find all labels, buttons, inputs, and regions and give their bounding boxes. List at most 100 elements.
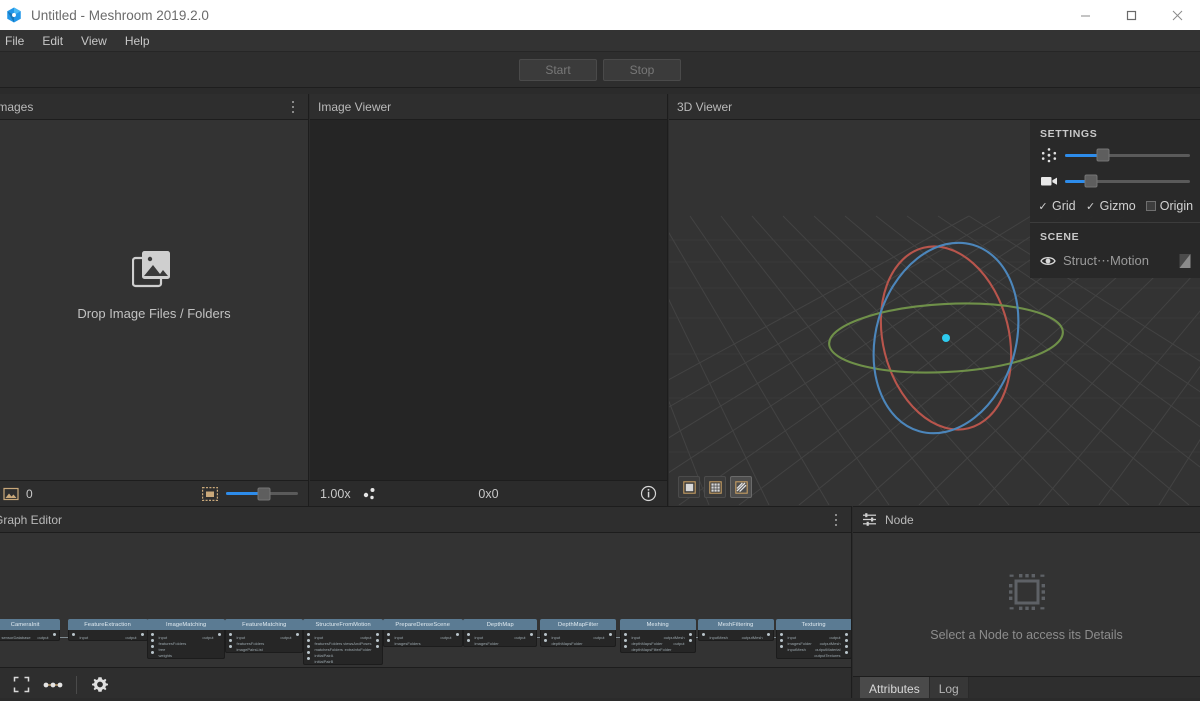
images-panel-footer: 0 [0, 480, 308, 506]
graph-node-input-slot[interactable]: inputMesh [780, 638, 806, 656]
node-panel-empty-state: Select a Node to access its Details [853, 533, 1200, 676]
graph-node-body[interactable]: input output [68, 630, 148, 641]
node-graph: CameraInit sensorDatabase output FeatureE… [0, 619, 851, 667]
image-stack-icon [131, 250, 170, 287]
graph-node-input-slot[interactable]: input [72, 626, 88, 644]
graph-node-input-slot[interactable]: depthMapsFilterFolder [624, 638, 671, 656]
graph-node-body[interactable]: inputMesh outputMesh [698, 630, 774, 641]
thumbnail-size-slider[interactable] [226, 487, 298, 500]
graph-node[interactable]: MeshFiltering inputMesh outputMesh [698, 619, 774, 641]
graph-canvas[interactable]: CameraInit sensorDatabase output FeatureE… [0, 533, 851, 667]
graph-node[interactable]: DepthMapFilter input output depthMapsFold… [540, 619, 616, 647]
graph-node-input-slot[interactable]: sensorDatabase [0, 626, 30, 644]
node-panel: Node Select a Node to access its Details… [853, 506, 1200, 701]
graph-node-body[interactable]: input output imagesFolder [463, 630, 537, 647]
feature-points-icon[interactable] [361, 486, 377, 502]
image-viewer-panel: Image Viewer 1.00x 0x0 [310, 94, 668, 506]
stop-button[interactable]: Stop [603, 58, 681, 81]
graph-node[interactable]: CameraInit sensorDatabase output [0, 619, 60, 641]
kebab-menu-icon[interactable] [830, 513, 842, 527]
points-icon [1041, 148, 1057, 163]
graph-node-body[interactable]: input output featuresFolders viewsAndPoses… [303, 630, 383, 665]
point-size-slider[interactable] [1065, 148, 1190, 162]
menu-item-help[interactable]: Help [116, 32, 159, 50]
viewer-3d-settings: SETTINGS ✓ Grid ✓ Gizmo Origin SCENE Str… [1030, 120, 1200, 278]
eye-icon[interactable] [1040, 255, 1056, 267]
start-button[interactable]: Start [519, 58, 597, 81]
graph-node-output-slot[interactable]: output [593, 626, 612, 644]
viewer-3d-canvas[interactable]: SETTINGS ✓ Grid ✓ Gizmo Origin SCENE Str… [669, 120, 1200, 506]
info-icon[interactable] [640, 485, 657, 502]
graph-node-input-slot[interactable]: imagePairsList [229, 638, 263, 656]
graph-node-output-slot[interactable]: output [440, 626, 459, 644]
gear-icon [92, 676, 108, 692]
graph-editor-panel: Graph Editor CameraInit sensorDatabase ou… [0, 506, 852, 701]
graph-node-input-slot[interactable]: initialPairB [307, 650, 333, 667]
graph-node-output-slot[interactable]: output [202, 626, 221, 644]
graph-node[interactable]: FeatureMatching input output featuresFold… [225, 619, 303, 653]
graph-node-input-slot[interactable]: depthMapsFolder [544, 632, 583, 650]
camera-icon [1041, 177, 1057, 186]
camera-size-slider[interactable] [1065, 174, 1190, 188]
scene-section: SCENE Struct⋯Motion [1030, 222, 1200, 278]
graph-node-input-slot[interactable]: imagesFolder [467, 632, 499, 650]
fit-view-button[interactable] [8, 673, 34, 697]
compute-action-bar: Start Stop [0, 52, 1200, 88]
graph-node[interactable]: StructureFromMotion input output features… [303, 619, 383, 665]
grid-toggle-label: Grid [1052, 199, 1076, 213]
graph-node-body[interactable]: input outputMesh depthMapsFolder output de… [620, 630, 696, 653]
minimize-button[interactable] [1062, 0, 1108, 30]
graph-node-output-slot[interactable]: output [37, 626, 56, 644]
graph-node[interactable]: Texturing input output imagesFolder output… [776, 619, 851, 659]
kebab-menu-icon[interactable] [287, 100, 299, 114]
menu-item-view[interactable]: View [72, 32, 116, 50]
graph-node-body[interactable]: input output featuresFolders imagePairsLi… [225, 630, 303, 653]
graph-node-input-slot[interactable]: weights [151, 644, 172, 662]
graph-node-body[interactable]: input output depthMapsFolder [540, 630, 616, 647]
menu-item-file[interactable]: File [0, 32, 33, 50]
graph-editor-header: Graph Editor [0, 507, 851, 533]
image-viewer-canvas[interactable] [310, 120, 667, 480]
grid-icon [708, 480, 722, 494]
gizmo-toggle[interactable]: ✓ Gizmo [1086, 199, 1136, 213]
origin-toggle-label: Origin [1159, 199, 1194, 213]
graph-node-output-slot[interactable]: output [514, 626, 533, 644]
images-panel: Images Drop Image Files / Folders 0 [0, 94, 309, 506]
origin-toggle[interactable]: Origin [1145, 199, 1194, 213]
graph-node-input-slot[interactable]: imagesFolders [387, 632, 421, 650]
graph-node[interactable]: FeatureExtraction input output [68, 619, 148, 641]
graph-node[interactable]: PrepareDenseScene input output imagesFold… [383, 619, 463, 647]
media-icon[interactable] [1178, 253, 1192, 269]
drop-zone-label: Drop Image Files / Folders [77, 305, 231, 321]
node-chain-icon [43, 682, 63, 687]
display-mode-wireframe[interactable] [704, 476, 726, 498]
display-mode-toolbar [678, 476, 752, 498]
display-mode-solid[interactable] [678, 476, 700, 498]
graph-node-body[interactable]: input output imagesFolders [383, 630, 463, 647]
graph-node-body[interactable]: input output featuresFolders tree weights [147, 630, 225, 659]
graph-node[interactable]: DepthMap input output imagesFolder [463, 619, 537, 647]
graph-node-output-slot[interactable]: output [673, 632, 692, 650]
graph-node-body[interactable]: sensorDatabase output [0, 630, 60, 641]
graph-node-output-slot[interactable]: outputTextures [814, 644, 848, 662]
menu-item-edit[interactable]: Edit [33, 32, 72, 50]
graph-node[interactable]: Meshing input outputMesh depthMapsFolder o… [620, 619, 696, 653]
meshroom-logo-icon [7, 7, 21, 23]
close-button[interactable] [1154, 0, 1200, 30]
point-size-slider-row [1030, 147, 1200, 163]
graph-node-output-slot[interactable]: output [280, 626, 299, 644]
layout-graph-button[interactable] [40, 673, 66, 697]
graph-node-output-slot[interactable]: output [125, 626, 144, 644]
scene-item-structurefrommotion[interactable]: Struct⋯Motion [1030, 250, 1200, 278]
graph-node[interactable]: ImageMatching input output featuresFolder… [147, 619, 225, 659]
display-mode-textured[interactable] [730, 476, 752, 498]
graph-settings-button[interactable] [87, 673, 113, 697]
images-drop-area[interactable]: Drop Image Files / Folders [0, 120, 308, 480]
graph-node-input-slot[interactable]: inputMesh [702, 626, 728, 644]
maximize-button[interactable] [1108, 0, 1154, 30]
grid-toggle[interactable]: ✓ Grid [1038, 199, 1076, 213]
graph-node-name: Texturing [802, 621, 826, 628]
graph-node-output-slot[interactable]: extraInfoFolder [345, 638, 379, 656]
graph-node-output-slot[interactable]: outputMesh [742, 626, 770, 644]
graph-node-body[interactable]: input output imagesFolder outputMesh input… [776, 630, 851, 659]
